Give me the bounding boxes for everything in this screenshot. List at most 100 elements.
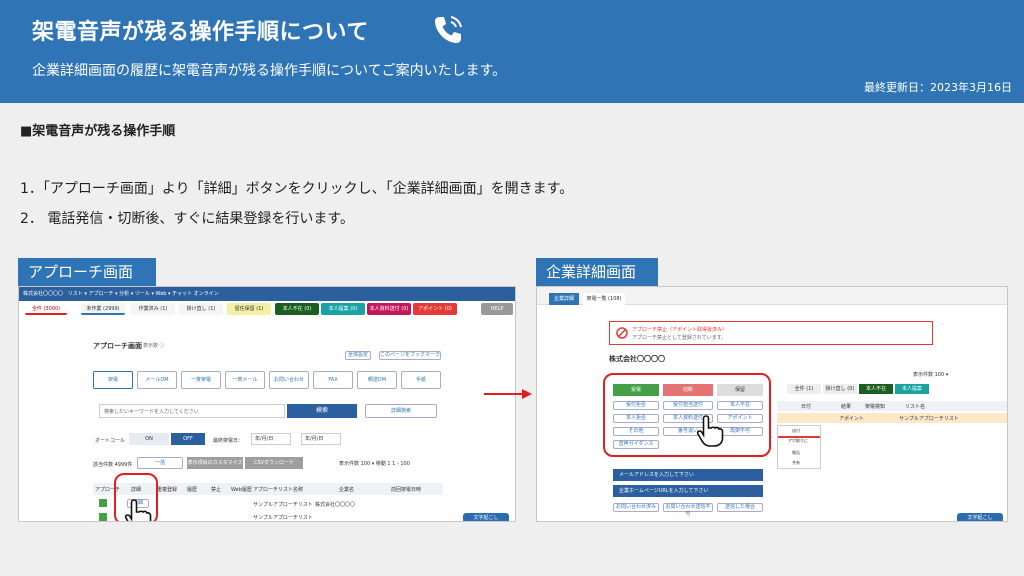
page-header: 架電音声が残る操作手順について 企業詳細画面の履歴に架電音声が残る操作手順につい…: [0, 0, 1024, 103]
inquiry-done-button[interactable]: お問い合わせ済み: [613, 503, 659, 512]
row-list-name: サンプルアプローチリスト: [253, 502, 313, 508]
side-row-list: サンプルアプローチリスト: [899, 416, 959, 422]
tab-recall[interactable]: 掛け直し (1): [179, 303, 223, 315]
sent-button[interactable]: 送信した場合: [717, 503, 763, 512]
row-checkbox[interactable]: [99, 513, 107, 521]
channel-bulk-mail[interactable]: 一斉メール: [225, 371, 265, 389]
prohibit-icon: [616, 327, 628, 339]
search-input[interactable]: 検索したいキーワードを入力してください: [99, 404, 285, 418]
autocall-on[interactable]: ON: [129, 433, 169, 445]
channel-mail-dm[interactable]: メールDM: [137, 371, 177, 389]
status-tabs: 全件 (3000) 未作業 (2999) 作業済み (1) 掛け直し (1) 留…: [19, 303, 515, 317]
col-last-call: 前回架電日時: [391, 487, 422, 493]
tab-worked[interactable]: 作業済み (1): [131, 303, 175, 315]
pagination-controls[interactable]: 表示件数 100 ▾ 移動 1 1 - 100: [339, 460, 410, 467]
col-history: 履歴: [187, 487, 198, 493]
tab-call-list[interactable]: 架電一覧 (108): [583, 293, 625, 305]
page-subtitle: 企業詳細画面の履歴に架電音声が残る操作手順についてご案内いたします。: [32, 63, 507, 79]
approach-title: アプローチ画面: [93, 342, 142, 350]
col-list-name: アプローチリスト名称: [253, 487, 304, 493]
last-updated: 最終更新日：2023年3月16日: [864, 81, 1012, 94]
side-table-header: [777, 401, 1007, 411]
row-company: 株式会社〇〇〇〇: [315, 502, 356, 508]
side-col-date: 日付: [801, 404, 812, 410]
pointer-hand-icon: [124, 499, 152, 521]
tab-hold[interactable]: 留任保留 (1): [227, 303, 271, 315]
dropdown-item-appointment[interactable]: アポ取りに: [788, 438, 808, 444]
company-name: 株式会社〇〇〇〇: [609, 355, 665, 363]
csv-download-button[interactable]: CSVダウンロード: [245, 457, 303, 469]
detail-search-button[interactable]: 詳細検索: [365, 404, 437, 418]
step-1: 1．「アプローチ画面」より「詳細」ボタンをクリックし、「企業詳細画面」を開きます…: [20, 181, 574, 197]
homepage-url-field[interactable]: 企業ホームページURLを入力して下さい: [613, 485, 763, 497]
mail-address-field[interactable]: メールアドレスを入力して下さい: [613, 469, 763, 481]
side-table-row[interactable]: [777, 413, 1007, 423]
side-tab-all[interactable]: 全件 (1): [787, 384, 821, 394]
side-dropdown-menu: 送付 アポ取りに 報告 共有: [777, 425, 821, 469]
prohibit-alert: アプローチ禁止（アポイント取得後済み） アプローチ禁止として登録されています。: [609, 321, 933, 345]
result-count: 該当件数 4999件: [93, 462, 133, 468]
pointer-hand-icon: [696, 415, 724, 447]
tab-appointment[interactable]: アポイント (0): [413, 303, 457, 315]
col-web-history: Web履歴: [231, 487, 252, 493]
col-company: 企業名: [339, 487, 355, 493]
alert-title: アプローチ禁止（アポイント取得後済み）: [632, 327, 728, 333]
help-button[interactable]: HELP: [481, 303, 513, 315]
dropdown-item-share[interactable]: 共有: [792, 460, 800, 466]
tab-unworked[interactable]: 未作業 (2999): [81, 303, 125, 315]
row-list-name: サンプルアプローチリスト: [253, 515, 313, 521]
tab-absent[interactable]: 本人不在 (0): [275, 303, 319, 315]
bulk-button[interactable]: 一括: [137, 457, 183, 469]
caption-approach-screen: アプローチ画面: [18, 258, 156, 286]
arrow-right-icon: [484, 389, 532, 399]
settings-button[interactable]: 全体設定: [345, 351, 371, 360]
tab-company-detail[interactable]: 企業詳細: [549, 293, 579, 305]
page-title: 架電音声が残る操作手順について: [32, 20, 369, 45]
tab-all[interactable]: 全件 (3000): [25, 303, 67, 315]
side-tab-recall[interactable]: 掛け直し (0): [823, 384, 857, 394]
channel-call[interactable]: 架電: [93, 371, 133, 389]
col-duplicate: 重複登録: [157, 487, 178, 493]
tab-proposal[interactable]: 本人提案 (0): [321, 303, 365, 315]
side-col-detect: 架電検知: [865, 404, 886, 410]
alert-subtitle: アプローチ禁止として登録されています。: [632, 335, 727, 341]
app-navbar: 株式会社〇〇〇〇 リスト ▾ アプローチ ▾ 分析 ▾ ツール ▾ Web ▾ …: [19, 287, 515, 301]
channel-bulk-call[interactable]: 一斉架電: [181, 371, 221, 389]
search-button[interactable]: 検索: [287, 404, 357, 418]
nav-company: 株式会社〇〇〇〇: [23, 291, 64, 297]
side-col-list: リスト名: [905, 404, 926, 410]
caption-company-detail: 企業詳細画面: [536, 258, 658, 286]
transcribe-button[interactable]: 文字起こし: [957, 513, 1003, 521]
approach-screen-screenshot: 株式会社〇〇〇〇 リスト ▾ アプローチ ▾ 分析 ▾ ツール ▾ Web ▾ …: [18, 286, 516, 522]
customize-button[interactable]: 表示項目のカスタマイズ: [187, 457, 243, 469]
dropdown-item-send[interactable]: 送付: [792, 428, 800, 434]
bookmark-button[interactable]: このページをブックマーク: [379, 351, 441, 360]
side-tab-proposal[interactable]: 本人提案: [895, 384, 929, 394]
date-to-input[interactable]: 年/月/日: [301, 433, 341, 445]
side-col-result: 結果: [841, 404, 852, 410]
step-2: 2． 電話発信・切断後、すぐに結果登録を行います。: [20, 211, 354, 227]
channel-fax[interactable]: FAX: [313, 371, 353, 389]
channel-letter[interactable]: 手紙: [401, 371, 441, 389]
dropdown-highlight-bar: [778, 436, 820, 438]
highlight-result-buttons: [603, 373, 771, 457]
dropdown-item-report[interactable]: 報告: [792, 450, 800, 456]
approach-subtitle: 表示数 ⓘ: [143, 343, 165, 349]
row-checkbox[interactable]: [99, 499, 107, 507]
autocall-label: オートコール: [95, 438, 126, 444]
date-from-input[interactable]: 年/月/日: [251, 433, 291, 445]
col-prohibit: 禁止: [211, 487, 222, 493]
company-detail-screenshot: 企業詳細 架電一覧 (108) アプローチ禁止（アポイント取得後済み） アプロー…: [536, 286, 1008, 522]
phone-icon: [435, 16, 462, 43]
transcribe-button[interactable]: 文字起こし: [463, 513, 509, 521]
section-title: ■架電音声が残る操作手順: [20, 124, 176, 139]
channel-postal-dm[interactable]: 郵送DM: [357, 371, 397, 389]
per-page-control[interactable]: 表示件数 100 ▾: [913, 371, 948, 378]
side-row-result: アポイント: [839, 416, 865, 422]
channel-inquiry[interactable]: お問い合わせ: [269, 371, 309, 389]
last-call-label: 最終架電日：: [213, 438, 244, 444]
autocall-off[interactable]: OFF: [171, 433, 205, 445]
inquiry-unsendable-button[interactable]: お問い合わせ送信不可: [663, 503, 713, 517]
tab-material[interactable]: 本人資料送付 (0): [367, 303, 411, 315]
side-tab-absent[interactable]: 本人不在: [859, 384, 893, 394]
